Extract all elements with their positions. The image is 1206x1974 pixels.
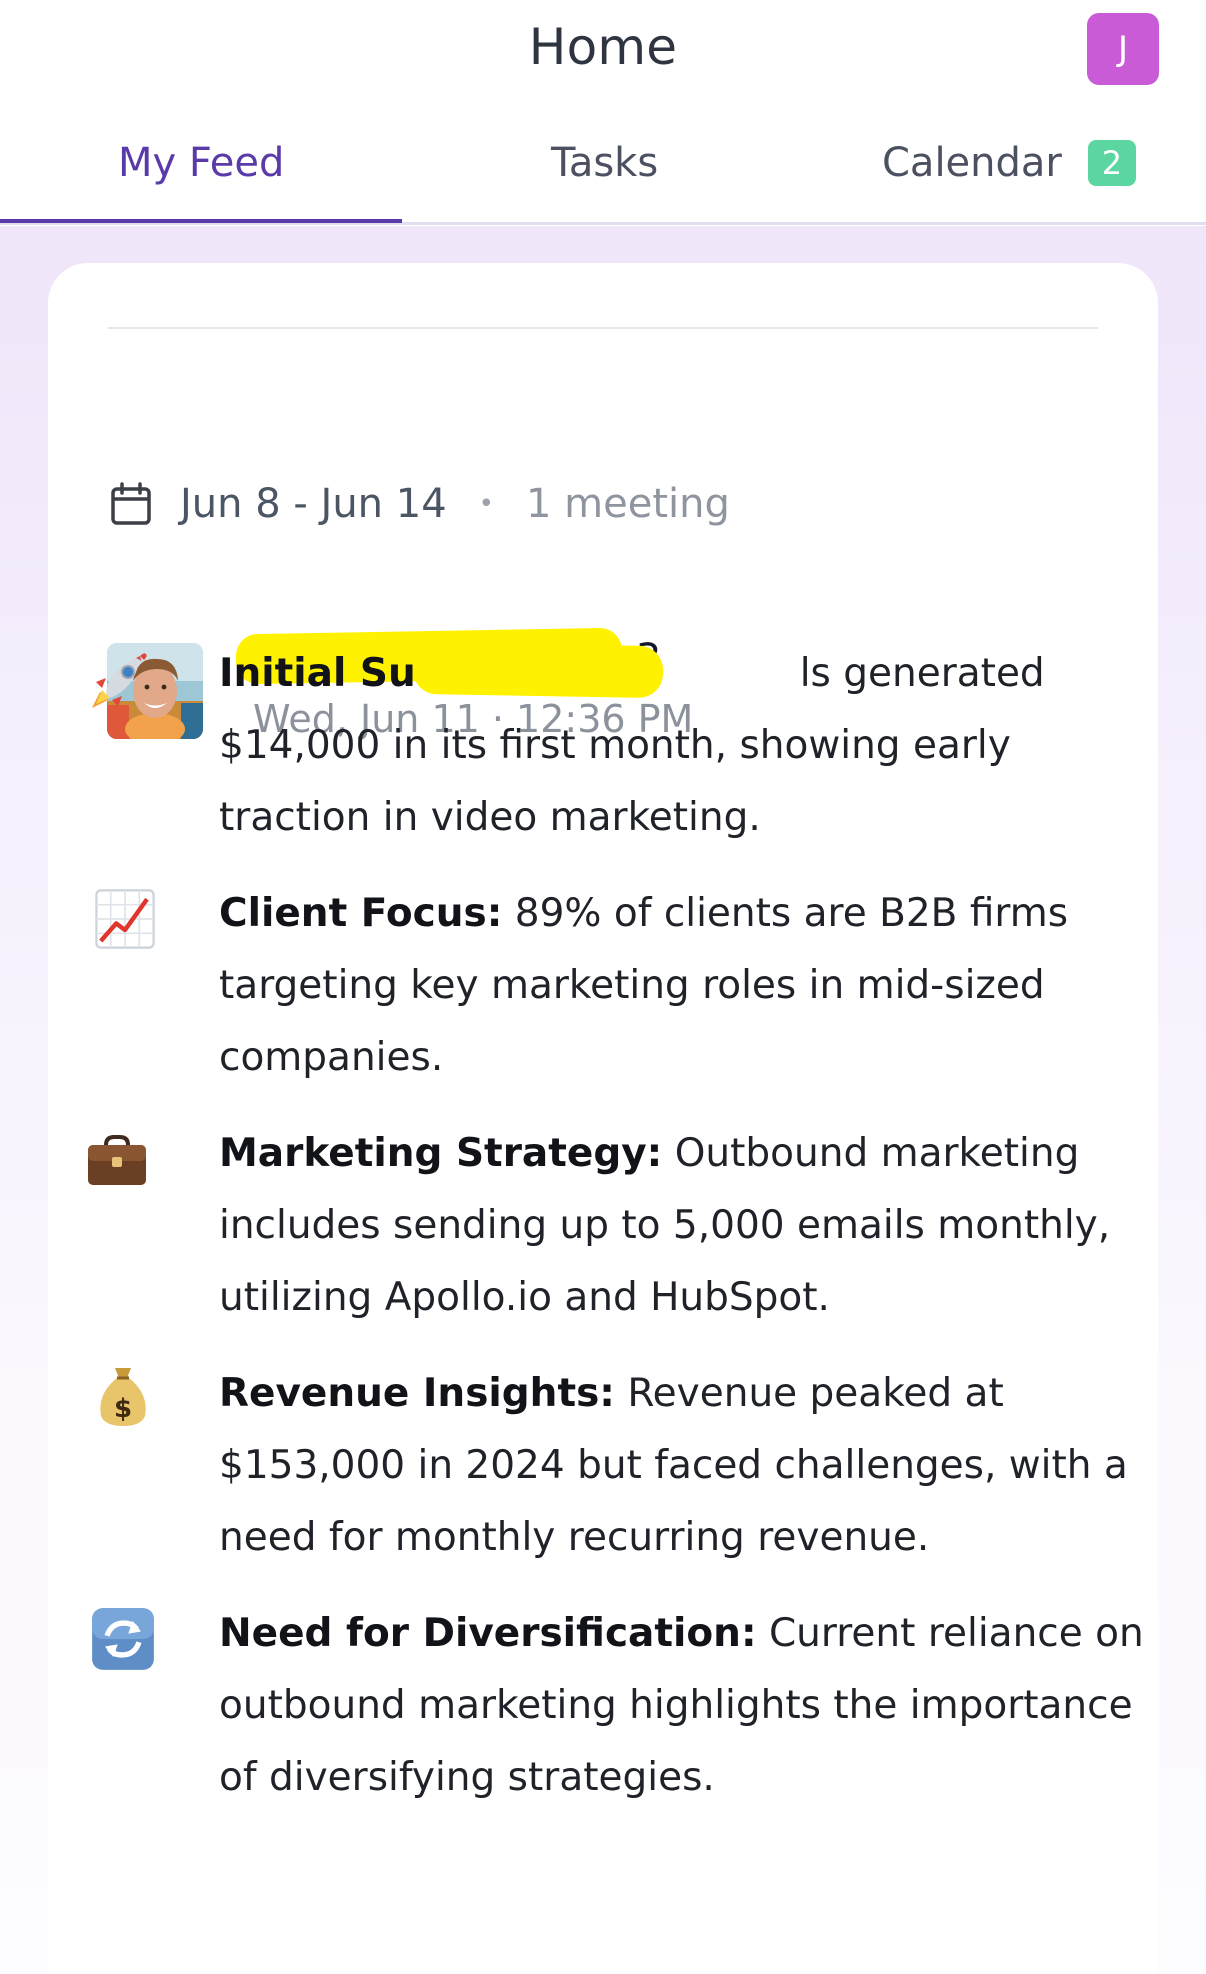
insight-heading: Marketing Strategy: [219,1131,663,1176]
insight-text: Revenue Insights: Revenue peaked at $153… [219,1358,1149,1574]
insight-heading: Need for Diversification: [219,1611,757,1656]
tab-bar: My Feed Tasks Calendar 2 [0,112,1206,224]
insight-text: Need for Diversification: Current relian… [219,1598,1149,1814]
page-title: Home [528,18,678,76]
tab-calendar-label: Calendar [882,140,1062,186]
insight-text: Marketing Strategy: Outbound marketing i… [219,1118,1149,1334]
insight-text: Client Focus: 89% of clients are B2B fir… [219,878,1149,1094]
money-bag-icon: $ [100,1368,146,1426]
active-tab-indicator [0,219,402,223]
svg-text:$: $ [114,1394,132,1424]
home-screen: Home J My Feed Tasks Calendar 2 Jun 8 - … [0,0,1206,1974]
tab-my-feed[interactable]: My Feed [118,140,284,186]
insight-heading: Revenue Insights: [219,1371,615,1416]
separator-dot: • [478,489,494,519]
week-summary: Jun 8 - Jun 14 • 1 meeting [110,481,730,527]
calendar-count-badge: 2 [1087,140,1136,186]
user-avatar-button[interactable]: J [1087,13,1159,85]
calendar-icon [111,482,151,525]
tab-calendar[interactable]: Calendar 2 [882,140,1136,186]
chart-increasing-icon [95,889,155,949]
meeting-count: 1 meeting [525,481,730,527]
insight-text: Initial Success. ls generated $14,000 in … [219,638,1149,854]
rocket-icon [92,653,147,708]
briefcase-icon [88,1135,146,1185]
tab-tasks[interactable]: Tasks [551,140,658,186]
feed-card: Jun 8 - Jun 14 • 1 meeting _Au.mp3 [48,263,1158,1974]
app-header: Home J My Feed Tasks Calendar 2 [0,0,1206,226]
week-range: Jun 8 - Jun 14 [180,481,447,527]
refresh-icon [92,1608,154,1670]
card-divider [108,327,1098,329]
insight-heading: Client Focus: [219,891,503,936]
redaction-mark [412,641,664,699]
